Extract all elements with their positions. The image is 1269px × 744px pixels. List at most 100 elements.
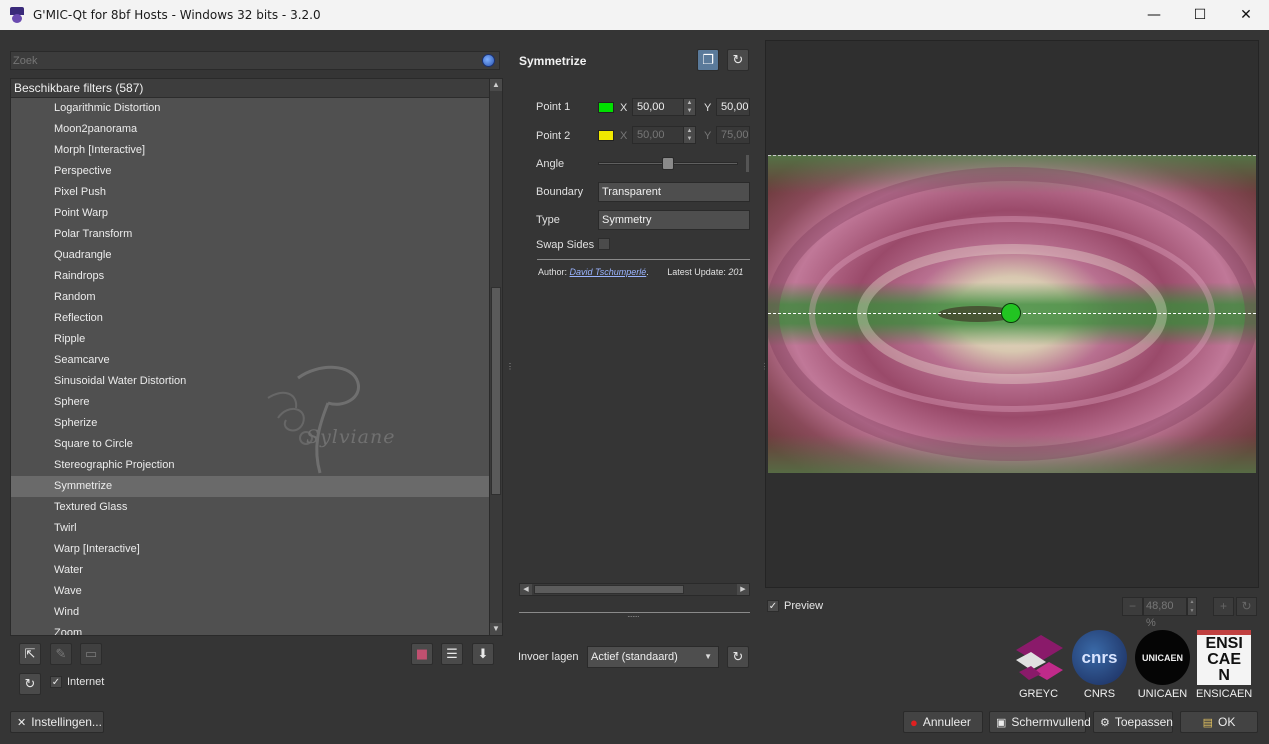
- hscroll-thumb[interactable]: [534, 585, 684, 594]
- zoom-level-field[interactable]: 48,80 %: [1143, 597, 1187, 629]
- point2-y-spinbox[interactable]: 75,00: [716, 126, 750, 144]
- ok-button[interactable]: ▤ OK: [1180, 711, 1258, 733]
- filter-search-input[interactable]: [11, 52, 499, 69]
- filter-item[interactable]: Perspective: [11, 161, 490, 182]
- point1-y-label: Y: [704, 102, 712, 114]
- copy-command-button[interactable]: ❐: [697, 49, 719, 71]
- filter-item[interactable]: Warp [Interactive]: [11, 539, 490, 560]
- add-favorite-button[interactable]: ⇱: [19, 643, 41, 665]
- preview-toggle[interactable]: ✓ Preview: [767, 600, 823, 612]
- internet-checkbox[interactable]: ✓: [50, 676, 62, 688]
- filter-item[interactable]: Spherize: [11, 413, 490, 434]
- rename-favorite-button[interactable]: ✎: [50, 643, 72, 665]
- refresh-input-button[interactable]: ↻: [727, 646, 749, 668]
- selection-mode-button[interactable]: ■: [411, 643, 433, 665]
- filter-item[interactable]: Zoom: [11, 623, 490, 635]
- params-horizontal-scrollbar[interactable]: ◀ ▶: [519, 583, 750, 596]
- filter-visibility-button[interactable]: ☰: [441, 643, 463, 665]
- filter-item[interactable]: Polar Transform: [11, 224, 490, 245]
- scrollbar-thumb[interactable]: [491, 287, 501, 495]
- settings-button[interactable]: ✕ Instellingen...: [10, 711, 104, 733]
- gear-icon: ⚙: [1100, 716, 1110, 729]
- internet-option[interactable]: ✓ Internet: [50, 676, 104, 688]
- cancel-button[interactable]: ● Annuleer: [903, 711, 983, 733]
- filter-item[interactable]: Morph [Interactive]: [11, 140, 490, 161]
- left-splitter-handle[interactable]: ⋮: [506, 363, 514, 371]
- add-favorite-icon: ⇱: [24, 646, 36, 662]
- filter-item[interactable]: Sphere: [11, 392, 490, 413]
- scroll-up-arrow-icon[interactable]: ▲: [490, 79, 502, 91]
- filter-tree-header[interactable]: Beschikbare filters (587): [11, 79, 502, 98]
- filter-item[interactable]: Quadrangle: [11, 245, 490, 266]
- maximize-button[interactable]: ☐: [1177, 0, 1223, 30]
- close-button[interactable]: ✕: [1223, 0, 1269, 30]
- unicaen-label: UNICAEN: [1137, 688, 1188, 700]
- filter-item[interactable]: Symmetrize: [11, 476, 490, 497]
- zoom-spin-arrows-icon[interactable]: ▲ ▼: [1187, 597, 1197, 616]
- filter-item[interactable]: Wind: [11, 602, 490, 623]
- cnrs-logo[interactable]: cnrs CNRS: [1072, 630, 1127, 700]
- filter-item[interactable]: Wave: [11, 581, 490, 602]
- expand-collapse-button[interactable]: ⬇: [472, 643, 494, 665]
- point1-color-swatch[interactable]: [598, 102, 614, 113]
- zoom-in-button[interactable]: +: [1213, 597, 1234, 616]
- cnrs-label: CNRS: [1083, 688, 1116, 700]
- reset-icon: ↻: [732, 52, 744, 68]
- filter-item[interactable]: Point Warp: [11, 203, 490, 224]
- input-layers-combobox[interactable]: Actief (standaard) ▼: [587, 646, 719, 668]
- apply-button[interactable]: ⚙ Toepassen: [1093, 711, 1173, 733]
- minimize-button[interactable]: —: [1131, 0, 1177, 30]
- scroll-right-arrow-icon[interactable]: ▶: [737, 584, 749, 595]
- author-line: Author: David Tschumperlé. Latest Update…: [538, 267, 744, 277]
- zoom-reset-button[interactable]: ↻: [1236, 597, 1257, 616]
- latest-update-label: Latest Update:: [667, 267, 726, 277]
- boundary-combobox[interactable]: Transparent: [598, 182, 750, 202]
- filter-item[interactable]: Raindrops: [11, 266, 490, 287]
- filter-search-box[interactable]: [10, 51, 500, 70]
- filter-item[interactable]: Random: [11, 287, 490, 308]
- zoom-out-button[interactable]: −: [1122, 597, 1143, 616]
- point1-handle[interactable]: [1001, 303, 1021, 323]
- swap-sides-checkbox[interactable]: [598, 238, 610, 250]
- scroll-down-arrow-icon[interactable]: ▼: [490, 623, 502, 635]
- filter-item[interactable]: Twirl: [11, 518, 490, 539]
- filter-item[interactable]: Moon2panorama: [11, 119, 490, 140]
- search-icon[interactable]: [482, 54, 495, 67]
- point2-y-label: Y: [704, 130, 712, 142]
- filter-item[interactable]: Sinusoidal Water Distortion: [11, 371, 490, 392]
- chevron-down-icon: ▼: [704, 652, 712, 661]
- refresh-icon: ↻: [732, 649, 744, 665]
- vertical-splitter-handle[interactable]: ·······: [627, 612, 640, 621]
- point1-y-spinbox[interactable]: 50,00: [716, 98, 750, 116]
- scroll-left-arrow-icon[interactable]: ◀: [520, 584, 532, 595]
- filter-item[interactable]: Square to Circle: [11, 434, 490, 455]
- unicaen-logo[interactable]: UNICAEN UNICAEN: [1135, 630, 1190, 700]
- greyc-logo[interactable]: GREYC: [1011, 630, 1066, 700]
- spin-arrows-icon[interactable]: ▲ ▼: [683, 99, 695, 115]
- filter-item[interactable]: Seamcarve: [11, 350, 490, 371]
- preview-checkbox[interactable]: ✓: [767, 600, 779, 612]
- spin-arrows-icon[interactable]: ▲ ▼: [683, 127, 695, 143]
- filter-item[interactable]: Logarithmic Distortion: [11, 98, 490, 119]
- type-combobox[interactable]: Symmetry: [598, 210, 750, 230]
- fullscreen-icon: ▣: [996, 716, 1007, 729]
- filter-item[interactable]: Stereographic Projection: [11, 455, 490, 476]
- ensicaen-logo[interactable]: ENSI CAEN ENSICAEN: [1196, 630, 1252, 700]
- reset-params-button[interactable]: ↻: [727, 49, 749, 71]
- angle-slider-handle[interactable]: [661, 157, 674, 170]
- update-filters-button[interactable]: ↻: [19, 673, 41, 695]
- filter-item[interactable]: Pixel Push: [11, 182, 490, 203]
- filter-item[interactable]: Textured Glass: [11, 497, 490, 518]
- fullscreen-button[interactable]: ▣ Schermvullend: [989, 711, 1091, 733]
- filter-item[interactable]: Ripple: [11, 329, 490, 350]
- preview-label: Preview: [784, 600, 824, 612]
- filter-tree-scrollbar[interactable]: ▲ ▼: [489, 79, 502, 635]
- author-link[interactable]: David Tschumperlé: [570, 267, 647, 277]
- right-splitter-handle[interactable]: ⋮: [761, 363, 769, 371]
- remove-favorite-button[interactable]: ▭: [80, 643, 102, 665]
- point2-x-spinbox[interactable]: 50,00 ▲ ▼: [632, 126, 696, 144]
- filter-item[interactable]: Reflection: [11, 308, 490, 329]
- point2-color-swatch[interactable]: [598, 130, 614, 141]
- point1-x-spinbox[interactable]: 50,00 ▲ ▼: [632, 98, 696, 116]
- filter-item[interactable]: Water: [11, 560, 490, 581]
